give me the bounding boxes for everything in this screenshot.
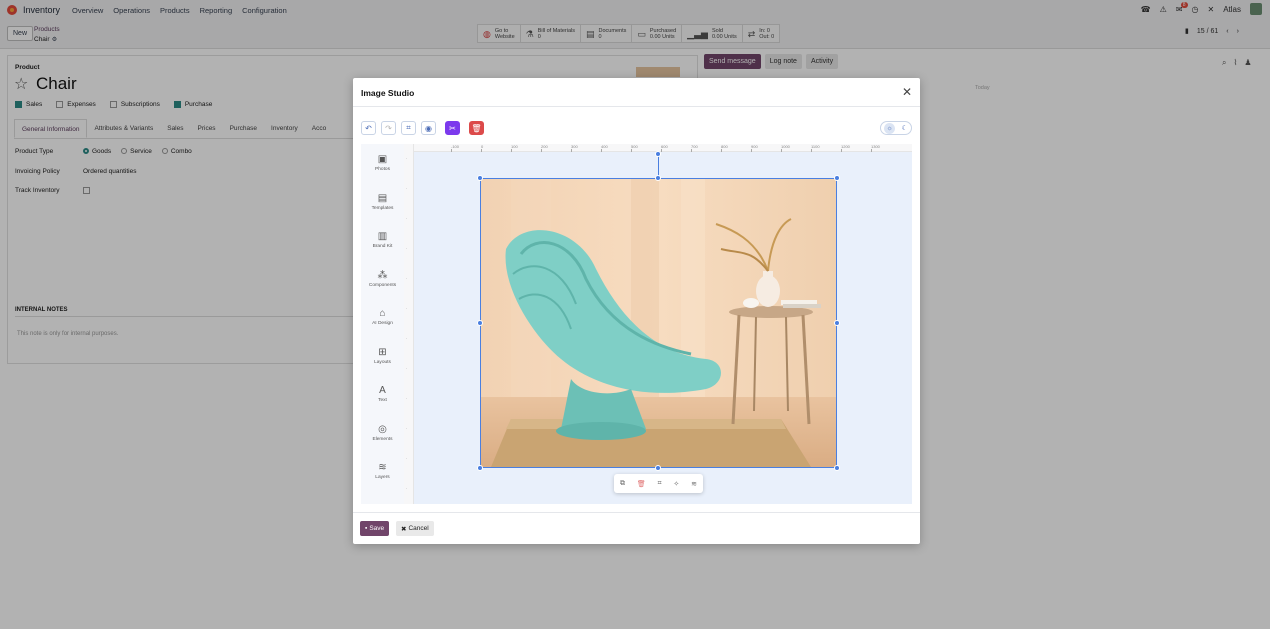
photos-icon: ▣ xyxy=(377,154,388,165)
ruler-tick: · xyxy=(406,216,408,221)
sidebar-label: Templates xyxy=(371,206,394,211)
floppy-icon: ▪ xyxy=(365,525,368,532)
sidebar-item-components[interactable]: ⁂ Components xyxy=(361,270,404,288)
ruler-tick: 200 xyxy=(541,144,548,152)
redo-icon[interactable]: ↷ xyxy=(381,121,396,135)
image-studio-dialog: Image Studio ✕ ↶ ↷ ⌗ ◉ ✂ 🗑 ☼ ☾ ▣ Photos ▤… xyxy=(353,78,920,544)
ruler-tick: · xyxy=(406,156,408,161)
close-icon: ✖ xyxy=(401,525,407,533)
sidebar-label: Brand Kit xyxy=(372,244,393,249)
resize-handle-right[interactable] xyxy=(834,320,840,326)
ruler-tick: 100 xyxy=(511,144,518,152)
elements-icon: ◎ xyxy=(378,424,387,435)
sidebar-label: Layers xyxy=(375,475,390,480)
divider xyxy=(353,106,920,107)
save-button[interactable]: ▪ Save xyxy=(360,521,390,536)
ruler-tick: · xyxy=(406,366,408,371)
chair-photo[interactable] xyxy=(480,178,837,468)
close-icon[interactable]: ✕ xyxy=(902,85,912,99)
sidebar-label: Elements xyxy=(372,437,393,442)
resize-handle-top-left[interactable] xyxy=(477,175,483,181)
ruler-tick: 400 xyxy=(601,144,608,152)
ruler-tick: · xyxy=(406,276,408,281)
ruler-tick: 800 xyxy=(721,144,728,152)
sidebar-item-photos[interactable]: ▣ Photos xyxy=(361,154,404,172)
ai-design-icon: ⌂ xyxy=(379,308,386,319)
ruler-tick: 500 xyxy=(631,144,638,152)
brand-kit-icon: ▥ xyxy=(377,231,388,242)
cancel-button[interactable]: ✖ Cancel xyxy=(396,521,434,536)
ruler-tick: 1000 xyxy=(781,144,790,152)
layers-icon: ≋ xyxy=(378,462,387,473)
text-icon: A xyxy=(379,385,386,396)
ruler-tick: 1100 xyxy=(811,144,820,152)
sidebar-label: Components xyxy=(368,283,397,288)
sidebar-item-ai-design[interactable]: ⌂ AI Design xyxy=(361,308,404,326)
templates-icon: ▤ xyxy=(377,193,388,204)
sidebar-item-layouts[interactable]: ⊞ Layouts xyxy=(361,347,404,365)
studio-sidebar: ▣ Photos ▤ Templates ▥ Brand Kit ⁂ Component… xyxy=(361,144,404,504)
eye-icon[interactable]: ◉ xyxy=(421,121,436,135)
sidebar-label: Photos xyxy=(375,167,390,172)
ruler-tick: · xyxy=(406,426,408,431)
resize-handle-top[interactable] xyxy=(655,175,661,181)
ruler-tick: · xyxy=(406,336,408,341)
resize-handle-bottom-left[interactable] xyxy=(477,465,483,471)
duplicate-icon[interactable]: ⧉ xyxy=(620,480,625,488)
crop-icon[interactable]: ⌗ xyxy=(658,480,662,488)
undo-icon[interactable]: ↶ xyxy=(361,121,376,135)
theme-toggle[interactable]: ☼ ☾ xyxy=(880,121,912,135)
sidebar-item-elements[interactable]: ◎ Elements xyxy=(361,424,404,442)
ruler-tick: -100 xyxy=(451,144,460,152)
remove-background-icon[interactable]: ✂ xyxy=(445,121,460,135)
ruler-tick: 900 xyxy=(751,144,758,152)
resize-handle-bottom[interactable] xyxy=(655,465,661,471)
dialog-title: Image Studio xyxy=(361,88,415,98)
layouts-icon: ⊞ xyxy=(378,347,387,358)
save-label: Save xyxy=(369,525,385,532)
resize-handle-top-right[interactable] xyxy=(834,175,840,181)
sidebar-label: AI Design xyxy=(372,321,393,326)
divider xyxy=(353,512,920,513)
layers-icon[interactable]: ≋ xyxy=(691,480,697,488)
sidebar-item-text[interactable]: A Text xyxy=(361,385,404,403)
resize-handle-left[interactable] xyxy=(477,320,483,326)
sidebar-label: Text xyxy=(378,398,387,403)
delete-icon[interactable]: 🗑 xyxy=(469,121,484,135)
ruler-tick: 0 xyxy=(481,144,484,152)
chair-photo-graphic xyxy=(481,179,836,467)
cancel-label: Cancel xyxy=(408,525,429,532)
rotate-handle[interactable] xyxy=(655,151,661,157)
sidebar-item-layers[interactable]: ≋ Layers xyxy=(361,462,404,480)
ruler-tick: 300 xyxy=(571,144,578,152)
trash-icon[interactable]: 🗑 xyxy=(637,480,646,488)
sidebar-label: Layouts xyxy=(374,360,391,365)
resize-handle-bottom-right[interactable] xyxy=(834,465,840,471)
ruler-tick: 1300 xyxy=(871,144,880,152)
ruler-tick: 700 xyxy=(691,144,698,152)
sidebar-item-brand-kit[interactable]: ▥ Brand Kit xyxy=(361,231,404,249)
moon-icon[interactable]: ☾ xyxy=(902,124,908,132)
components-icon: ⁂ xyxy=(377,270,388,281)
ruler-tick: · xyxy=(406,396,408,401)
crop-icon[interactable]: ⌗ xyxy=(401,121,416,135)
element-toolbar: ⧉ 🗑 ⌗ ✧ ≋ xyxy=(614,474,703,493)
sidebar-item-templates[interactable]: ▤ Templates xyxy=(361,193,404,211)
ruler-tick: · xyxy=(406,306,408,311)
magic-wand-icon[interactable]: ✧ xyxy=(673,480,679,488)
ruler-tick: 1200 xyxy=(841,144,850,152)
vertical-ruler: · · · · · · · · · · · · xyxy=(404,144,414,504)
ruler-tick: · xyxy=(406,246,408,251)
sun-icon[interactable]: ☼ xyxy=(884,122,896,134)
horizontal-ruler: -100 0 100 200 300 400 500 600 700 800 9… xyxy=(414,144,912,152)
ruler-tick: · xyxy=(406,486,408,491)
ruler-tick: 600 xyxy=(661,144,668,152)
ruler-tick: · xyxy=(406,456,408,461)
ruler-tick: · xyxy=(406,186,408,191)
